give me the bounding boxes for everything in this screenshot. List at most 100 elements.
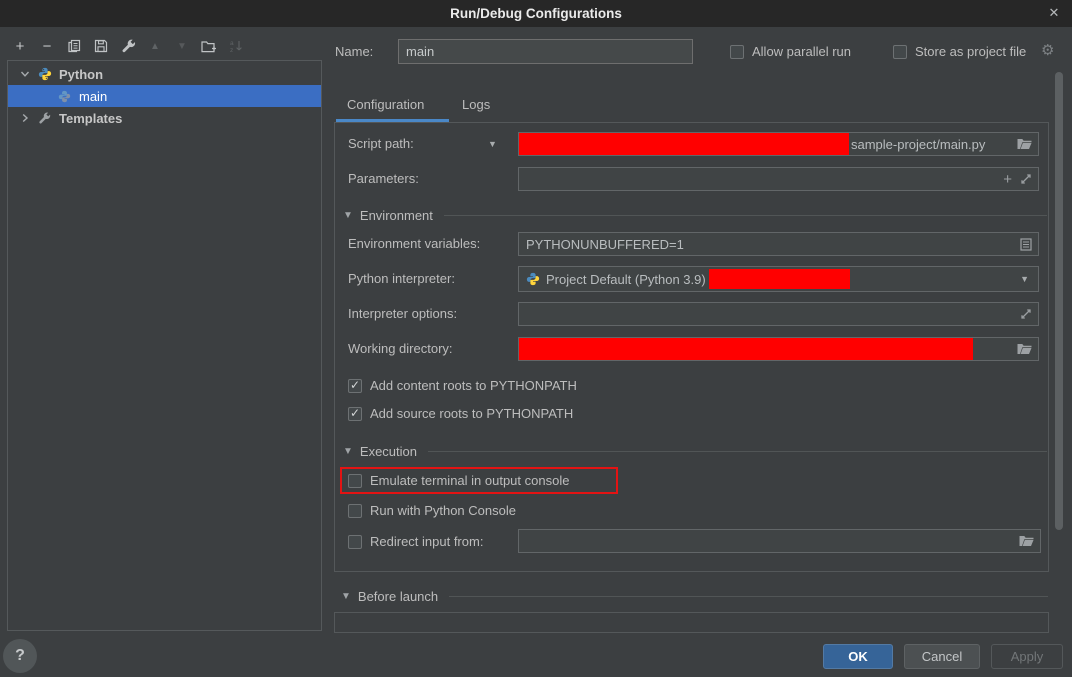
execution-section-header: ▼ Execution: [343, 444, 1047, 459]
environment-variables-value: PYTHONUNBUFFERED=1: [526, 237, 684, 252]
move-up-icon: ▲: [147, 38, 163, 54]
allow-parallel-run-checkbox[interactable]: Allow parallel run: [730, 44, 851, 59]
run-with-python-console-checkbox[interactable]: Run with Python Console: [348, 503, 516, 518]
tab-configuration[interactable]: Configuration: [347, 97, 424, 112]
gear-icon[interactable]: ⚙: [1041, 41, 1054, 59]
combo-arrow-icon[interactable]: ▼: [1020, 274, 1029, 284]
wrench-icon: [38, 112, 54, 125]
folder-icon[interactable]: [1017, 138, 1032, 150]
script-path-dropdown-icon[interactable]: ▼: [488, 139, 497, 149]
folder-icon[interactable]: [1017, 343, 1032, 355]
red-annotation-box: Emulate terminal in output console: [340, 467, 618, 494]
python-interpreter-label: Python interpreter:: [348, 271, 455, 286]
checkbox-label: Allow parallel run: [752, 44, 851, 59]
working-directory-label: Working directory:: [348, 341, 453, 356]
section-label: Before launch: [358, 589, 438, 604]
ok-button[interactable]: OK: [823, 644, 893, 669]
checkbox-label: Redirect input from:: [370, 534, 483, 549]
help-button[interactable]: ?: [3, 639, 37, 673]
name-label: Name:: [335, 44, 373, 59]
script-path-field[interactable]: sample-project/main.py: [518, 132, 1039, 156]
run-debug-configurations-dialog: Run/Debug Configurations ✕ + − ▲ ▼ az: [0, 0, 1072, 677]
checkbox-icon[interactable]: [348, 504, 362, 518]
checkbox-label: Add content roots to PYTHONPATH: [370, 378, 577, 393]
save-icon[interactable]: [93, 38, 109, 54]
move-down-icon: ▼: [174, 38, 190, 54]
chevron-right-icon[interactable]: [20, 113, 33, 123]
apply-button: Apply: [991, 644, 1063, 669]
before-launch-task-list[interactable]: [334, 612, 1049, 633]
remove-icon[interactable]: −: [39, 38, 55, 54]
wrench-icon[interactable]: [120, 38, 136, 54]
emulate-terminal-checkbox[interactable]: [348, 474, 362, 488]
expand-icon[interactable]: [1020, 308, 1032, 320]
section-rule: [444, 215, 1047, 216]
configurations-toolbar: + − ▲ ▼ az: [12, 36, 244, 56]
parameters-label: Parameters:: [348, 171, 419, 186]
redacted-overlay: [519, 133, 849, 155]
collapse-triangle-icon[interactable]: ▼: [341, 591, 351, 602]
tab-logs[interactable]: Logs: [462, 97, 490, 112]
checkbox-label: Store as project file: [915, 44, 1026, 59]
titlebar: Run/Debug Configurations ✕: [0, 0, 1072, 27]
interpreter-options-label: Interpreter options:: [348, 306, 457, 321]
folder-icon[interactable]: [1019, 535, 1034, 547]
browse-list-icon[interactable]: [1020, 238, 1032, 251]
checkbox-icon[interactable]: [348, 535, 362, 549]
python-interpreter-combobox[interactable]: Project Default (Python 3.9) ▼: [518, 266, 1039, 292]
script-path-label: Script path:: [348, 136, 414, 151]
dialog-title: Run/Debug Configurations: [0, 0, 1072, 27]
tree-item-templates[interactable]: Templates: [8, 107, 321, 129]
section-rule: [428, 451, 1047, 452]
checkbox-icon[interactable]: [893, 45, 907, 59]
chevron-down-icon[interactable]: [20, 69, 33, 79]
redacted-overlay: [519, 338, 973, 360]
redirect-input-checkbox[interactable]: Redirect input from:: [348, 534, 483, 549]
interpreter-options-field[interactable]: [518, 302, 1039, 326]
section-label: Execution: [360, 444, 417, 459]
working-directory-field[interactable]: [518, 337, 1039, 361]
python-icon: [38, 67, 54, 81]
add-icon[interactable]: +: [12, 38, 28, 54]
svg-text:z: z: [230, 47, 233, 53]
plus-icon[interactable]: +: [1003, 171, 1012, 188]
collapse-triangle-icon[interactable]: ▼: [343, 210, 353, 221]
script-path-value: sample-project/main.py: [851, 137, 985, 152]
vertical-scrollbar[interactable]: [1055, 72, 1063, 530]
expand-icon[interactable]: [1020, 173, 1032, 185]
checkbox-label: Emulate terminal in output console: [370, 473, 569, 488]
parameters-field[interactable]: +: [518, 167, 1039, 191]
python-icon: [58, 90, 74, 103]
environment-variables-label: Environment variables:: [348, 236, 480, 251]
checkbox-icon[interactable]: [348, 407, 362, 421]
tree-item-label: Templates: [59, 111, 122, 126]
section-label: Environment: [360, 208, 433, 223]
sort-icon: az: [228, 38, 244, 54]
add-content-roots-checkbox[interactable]: Add content roots to PYTHONPATH: [348, 378, 577, 393]
add-source-roots-checkbox[interactable]: Add source roots to PYTHONPATH: [348, 406, 573, 421]
tree-item-python[interactable]: Python: [8, 63, 321, 85]
checkbox-label: Run with Python Console: [370, 503, 516, 518]
tree-item-label: main: [79, 89, 107, 104]
checkbox-icon[interactable]: [730, 45, 744, 59]
copy-icon[interactable]: [66, 38, 82, 54]
checkbox-icon[interactable]: [348, 379, 362, 393]
tree-item-main[interactable]: main: [8, 85, 321, 107]
new-folder-icon[interactable]: [201, 38, 217, 54]
python-icon: [526, 272, 540, 286]
tree-item-label: Python: [59, 67, 103, 82]
python-interpreter-value: Project Default (Python 3.9): [546, 272, 706, 287]
configuration-form-panel: Script path: ▼ sample-project/main.py Pa…: [334, 122, 1049, 572]
redacted-overlay: [709, 269, 850, 289]
redirect-input-field[interactable]: [518, 529, 1041, 553]
name-input[interactable]: [398, 39, 693, 64]
before-launch-section-header: ▼ Before launch: [341, 589, 1048, 604]
checkbox-label: Add source roots to PYTHONPATH: [370, 406, 573, 421]
close-icon[interactable]: ✕: [1044, 3, 1064, 23]
cancel-button[interactable]: Cancel: [904, 644, 980, 669]
store-as-project-file-checkbox[interactable]: Store as project file: [893, 44, 1026, 59]
svg-text:a: a: [230, 40, 234, 47]
configurations-tree: Python main Templates: [7, 60, 322, 631]
environment-variables-field[interactable]: PYTHONUNBUFFERED=1: [518, 232, 1039, 256]
collapse-triangle-icon[interactable]: ▼: [343, 446, 353, 457]
